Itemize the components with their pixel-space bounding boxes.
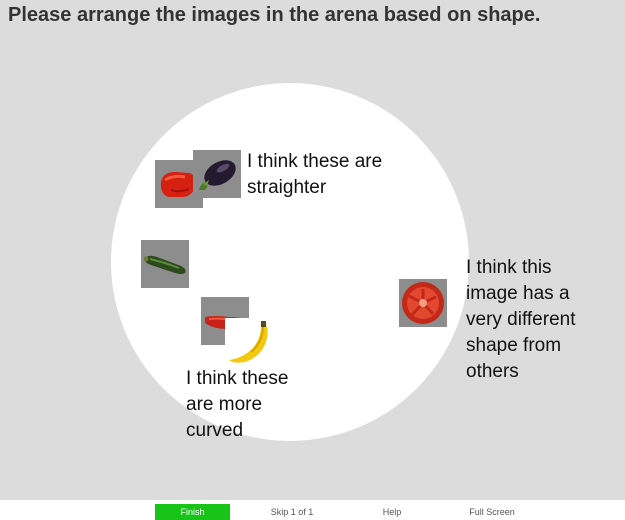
zucchini-image[interactable] bbox=[141, 240, 189, 288]
banana-icon bbox=[225, 318, 273, 366]
zucchini-icon bbox=[141, 240, 189, 288]
eggplant-image[interactable] bbox=[193, 150, 241, 198]
help-button[interactable]: Help bbox=[372, 504, 412, 520]
full-screen-button[interactable]: Full Screen bbox=[460, 504, 524, 520]
instruction-text: Please arrange the images in the arena b… bbox=[8, 4, 541, 26]
annotation-straighter: I think these are straighter bbox=[247, 151, 383, 198]
annotation-different: I think this image has a very different … bbox=[466, 257, 576, 382]
finish-button[interactable]: Finish bbox=[155, 504, 230, 520]
tomato-image[interactable] bbox=[399, 279, 447, 327]
annotation-curved: I think these are more curved bbox=[186, 368, 289, 441]
eggplant-icon bbox=[193, 150, 241, 198]
skip-button[interactable]: Skip 1 of 1 bbox=[262, 504, 322, 520]
task-page: Please arrange the images in the arena b… bbox=[0, 0, 625, 520]
footer-bar: Finish Skip 1 of 1 Help Full Screen bbox=[0, 500, 625, 520]
tomato-slice-icon bbox=[399, 279, 447, 327]
banana-image[interactable] bbox=[225, 318, 273, 366]
